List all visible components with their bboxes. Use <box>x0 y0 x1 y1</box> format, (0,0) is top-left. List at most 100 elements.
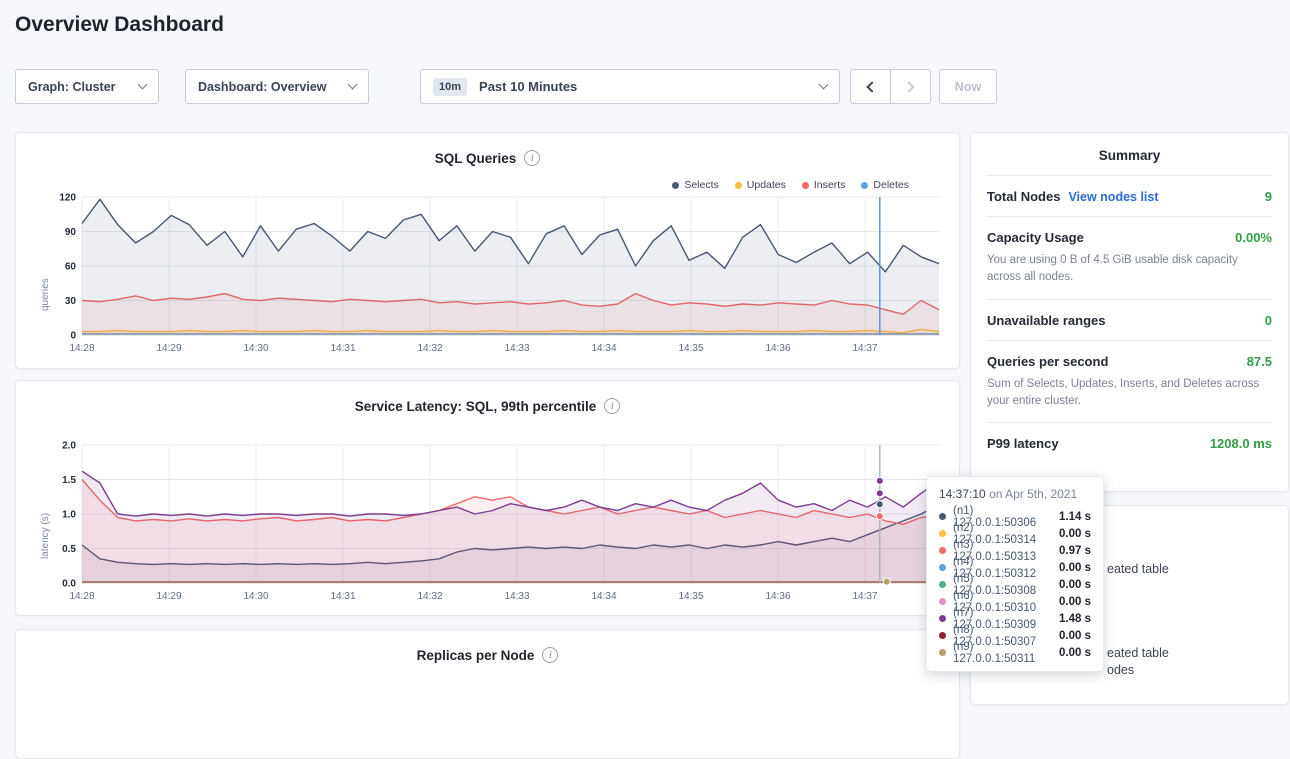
chevron-left-icon <box>866 81 877 92</box>
summary-label: P99 latency <box>987 436 1059 451</box>
info-icon[interactable]: i <box>524 150 540 166</box>
svg-text:0: 0 <box>70 331 76 342</box>
tooltip-time: 14:37:10 <box>939 487 986 501</box>
summary-description: You are using 0 B of 4.5 GiB usable disk… <box>987 252 1262 287</box>
summary-title: Summary <box>987 133 1272 176</box>
node-color-dot-icon <box>939 564 946 571</box>
summary-label: Unavailable ranges <box>987 313 1106 328</box>
chevron-right-icon <box>903 81 914 92</box>
summary-row: Capacity Usage 0.00% You are using 0 B of … <box>987 217 1272 300</box>
page-title: Overview Dashboard <box>15 13 224 37</box>
svg-text:14:31: 14:31 <box>330 591 355 602</box>
legend-item: Deletes <box>861 179 909 191</box>
svg-text:14:37: 14:37 <box>852 591 877 602</box>
legend-label: Deletes <box>873 179 909 191</box>
chevron-down-icon <box>348 80 358 90</box>
summary-row: Unavailable ranges 0 <box>987 300 1272 341</box>
tooltip-node-value: 1.14 s <box>1059 511 1091 523</box>
time-back-button[interactable] <box>850 69 891 104</box>
svg-text:14:36: 14:36 <box>765 591 790 602</box>
dashboard-dropdown[interactable]: Dashboard: Overview <box>185 69 369 104</box>
info-icon[interactable]: i <box>542 647 558 663</box>
svg-text:30: 30 <box>65 296 77 307</box>
tooltip-node-value: 0.00 s <box>1059 528 1091 540</box>
summary-label: Total Nodes <box>987 189 1060 204</box>
time-forward-button[interactable] <box>890 69 931 104</box>
replicas-chart-title: Replicas per Node <box>417 648 535 663</box>
svg-text:14:35: 14:35 <box>678 343 703 354</box>
svg-text:14:28: 14:28 <box>69 343 94 354</box>
svg-text:14:29: 14:29 <box>156 591 181 602</box>
tooltip-node-value: 0.00 s <box>1059 562 1091 574</box>
service-latency-card: Service Latency: SQL, 99th percentile i … <box>15 380 960 616</box>
tooltip-node-value: 0.97 s <box>1059 545 1091 557</box>
svg-text:14:32: 14:32 <box>417 343 442 354</box>
time-range-label: Past 10 Minutes <box>479 79 820 94</box>
node-color-dot-icon <box>939 581 946 588</box>
node-color-dot-icon <box>939 513 946 520</box>
svg-text:2.0: 2.0 <box>62 441 76 452</box>
graph-dropdown-label: Graph: Cluster <box>28 80 116 94</box>
event-text-fragment: eated table <box>1107 646 1169 660</box>
summary-value: 1208.0 ms <box>1210 436 1272 451</box>
svg-text:14:37: 14:37 <box>852 343 877 354</box>
graph-dropdown[interactable]: Graph: Cluster <box>15 69 159 104</box>
legend-label: Updates <box>747 179 786 191</box>
time-range-badge: 10m <box>433 78 467 96</box>
summary-label: Queries per second <box>987 354 1108 369</box>
svg-text:1.5: 1.5 <box>62 475 76 486</box>
tooltip-date: on Apr 5th, 2021 <box>989 487 1077 501</box>
legend-dot-icon <box>802 182 809 189</box>
now-button[interactable]: Now <box>939 69 997 104</box>
svg-text:14:29: 14:29 <box>156 343 181 354</box>
chevron-down-icon <box>819 80 829 90</box>
svg-text:14:30: 14:30 <box>243 343 268 354</box>
svg-text:120: 120 <box>59 193 76 204</box>
node-color-dot-icon <box>939 615 946 622</box>
summary-row: Queries per second87.5Sum of Selects, Up… <box>987 341 1272 424</box>
svg-text:14:30: 14:30 <box>243 591 268 602</box>
node-color-dot-icon <box>939 598 946 605</box>
summary-value: 0.00% <box>1235 230 1272 245</box>
event-text-fragment: odes <box>1107 663 1134 677</box>
legend-item: Selects <box>672 179 718 191</box>
legend-item: Inserts <box>802 179 846 191</box>
summary-value: 0 <box>1265 313 1272 328</box>
tooltip-node-row: (n9) 127.0.0.1:503110.00 s <box>939 644 1091 661</box>
svg-text:90: 90 <box>65 227 77 238</box>
svg-text:14:33: 14:33 <box>504 343 529 354</box>
node-color-dot-icon <box>939 632 946 639</box>
tooltip-timestamp: 14:37:10 on Apr 5th, 2021 <box>939 487 1091 501</box>
sql-queries-chart-title: SQL Queries <box>435 151 517 166</box>
svg-text:14:36: 14:36 <box>765 343 790 354</box>
view-nodes-link[interactable]: View nodes list <box>1068 190 1158 204</box>
replicas-per-node-card: Replicas per Node i <box>15 629 960 759</box>
legend-item: Updates <box>735 179 786 191</box>
svg-text:1.0: 1.0 <box>62 510 76 521</box>
legend-dot-icon <box>735 182 742 189</box>
svg-text:14:28: 14:28 <box>69 591 94 602</box>
sql-chart-legend: Selects Updates Inserts Deletes <box>672 179 909 191</box>
chevron-down-icon <box>138 80 148 90</box>
sql-queries-plot[interactable]: 14:28 14:29 14:30 14:31 14:32 14:33 14:34 14:35… <box>44 191 949 363</box>
summary-label: Capacity Usage <box>987 230 1084 245</box>
legend-dot-icon <box>861 182 868 189</box>
service-latency-plot[interactable]: 14:2814:2914:3014:3114:3214:3314:3414:35… <box>44 439 949 611</box>
dashboard-dropdown-label: Dashboard: Overview <box>198 80 327 94</box>
summary-row: Total NodesView nodes list9 <box>987 176 1272 217</box>
info-icon[interactable]: i <box>604 398 620 414</box>
svg-text:14:31: 14:31 <box>330 343 355 354</box>
svg-text:14:34: 14:34 <box>591 343 616 354</box>
legend-label: Inserts <box>814 179 846 191</box>
node-color-dot-icon <box>939 530 946 537</box>
tooltip-node-value: 1.48 s <box>1059 613 1091 625</box>
summary-value: 87.5 <box>1247 354 1272 369</box>
node-color-dot-icon <box>939 649 946 656</box>
summary-panel: Summary Total NodesView nodes list9Capac… <box>970 132 1289 492</box>
summary-row: P99 latency 1208.0 ms <box>987 423 1272 463</box>
tooltip-node-value: 0.00 s <box>1059 596 1091 608</box>
time-range-selector[interactable]: 10m Past 10 Minutes <box>420 69 840 104</box>
chart-hover-tooltip: 14:37:10 on Apr 5th, 2021 (n1) 127.0.0.1… <box>926 476 1104 672</box>
node-color-dot-icon <box>939 547 946 554</box>
svg-text:14:33: 14:33 <box>504 591 529 602</box>
